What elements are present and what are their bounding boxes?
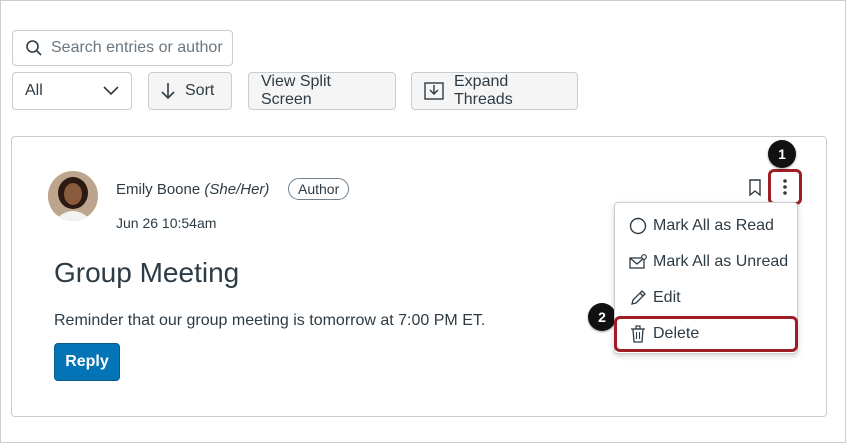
callout-badge-1: 1 — [768, 140, 796, 168]
callout-badge-2: 2 — [588, 303, 616, 331]
bookmark-icon[interactable] — [748, 179, 762, 197]
post-title: Group Meeting — [54, 257, 240, 288]
circle-icon — [629, 217, 647, 235]
menu-item-label: Mark All as Read — [653, 217, 774, 234]
chevron-down-icon — [103, 86, 119, 96]
sort-button-label: Sort — [185, 82, 215, 99]
envelope-icon — [629, 253, 647, 271]
menu-item-mark-all-unread[interactable]: Mark All as Unread — [615, 244, 797, 280]
post-options-button[interactable] — [768, 169, 802, 205]
menu-item-label: Edit — [653, 289, 681, 306]
menu-item-delete[interactable]: Delete — [614, 316, 798, 352]
expand-threads-label: Expand Threads — [454, 73, 513, 108]
post-options-menu: Mark All as Read Mark All as Unread Edit… — [614, 202, 798, 354]
menu-item-mark-all-read[interactable]: Mark All as Read — [615, 208, 797, 244]
arrow-down-icon — [161, 82, 175, 100]
menu-item-edit[interactable]: Edit — [615, 280, 797, 316]
search-input[interactable] — [51, 39, 226, 57]
reply-button[interactable]: Reply — [54, 343, 120, 381]
filter-select[interactable]: All — [12, 72, 132, 110]
search-box[interactable] — [12, 30, 233, 66]
sort-button[interactable]: Sort — [148, 72, 232, 110]
view-split-screen-label: View Split Screen — [261, 73, 331, 108]
author-role-label: Author — [298, 181, 340, 197]
author-pronouns: (She/Her) — [204, 181, 270, 198]
avatar[interactable] — [48, 171, 98, 221]
author-name-text: Emily Boone — [116, 181, 201, 198]
post-date: Jun 26 10:54am — [116, 215, 217, 231]
expand-icon — [424, 82, 444, 100]
author-name: Emily Boone (She/Her) — [116, 181, 269, 198]
search-icon — [25, 39, 43, 57]
pencil-icon — [629, 289, 647, 307]
author-role-badge: Author — [288, 178, 350, 200]
menu-item-label: Delete — [653, 325, 700, 342]
kebab-menu-icon — [782, 178, 788, 196]
view-split-screen-button[interactable]: View Split Screen — [248, 72, 396, 110]
trash-icon — [629, 325, 647, 343]
filter-select-value: All — [25, 82, 43, 99]
menu-item-label: Mark All as Unread — [653, 253, 789, 270]
reply-button-label: Reply — [65, 353, 109, 370]
expand-threads-button[interactable]: Expand Threads — [411, 72, 578, 110]
post-body: Reminder that our group meeting is tomor… — [54, 312, 486, 329]
